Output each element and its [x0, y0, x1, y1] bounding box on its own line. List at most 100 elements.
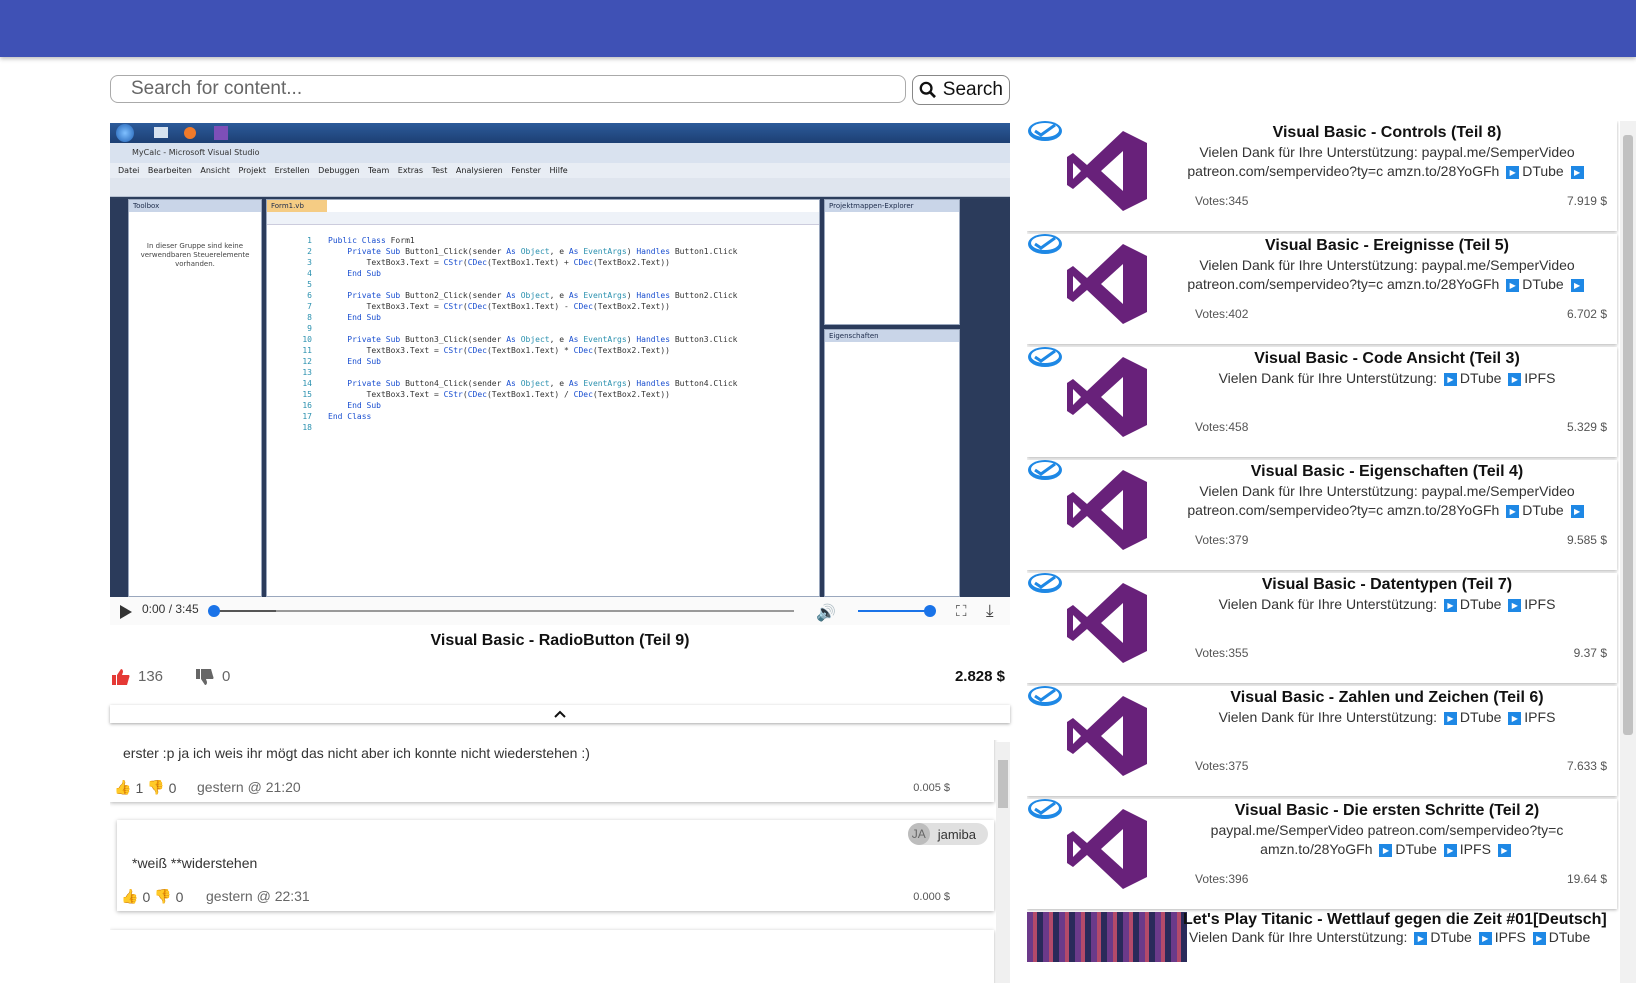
like-count: 136	[138, 668, 164, 685]
card-title[interactable]: Visual Basic - Ereignisse (Teil 5)	[1157, 237, 1617, 255]
video-thumbnail[interactable]	[1065, 129, 1149, 213]
card-payout: 7.633 $	[1566, 759, 1607, 773]
video-thumbnail[interactable]	[1027, 912, 1187, 962]
windows-taskbar	[110, 123, 1010, 143]
related-video-card[interactable]: Visual Basic - Controls (Teil 8) Vielen D…	[1027, 121, 1617, 231]
search-button[interactable]: Search	[912, 75, 1010, 105]
card-payout: 5.329 $	[1566, 420, 1607, 434]
verified-badge-icon	[1027, 460, 1063, 486]
line-numbers: 1 2 3 4 5 6 7 8 9 10 11 12 13 14 15 16 1…	[302, 236, 312, 432]
video-title: Visual Basic - RadioButton (Teil 9)	[430, 632, 690, 649]
scrollbar-thumb[interactable]	[1623, 135, 1633, 735]
card-payout: 9.37 $	[1573, 646, 1607, 660]
fullscreen-icon[interactable]: ⛶	[956, 603, 967, 620]
thumbs-up-icon	[112, 668, 130, 685]
related-video-card[interactable]: Visual Basic - Ereignisse (Teil 5) Vielen…	[1027, 234, 1617, 344]
card-votes: Votes:458	[1195, 420, 1249, 434]
verified-badge-icon	[1027, 121, 1063, 147]
play-icon: ▶	[1570, 165, 1584, 179]
comments-scrollbar[interactable]	[996, 742, 1010, 983]
card-description: paypal.me/SemperVideo patreon.com/semper…	[1177, 821, 1597, 859]
seek-handle[interactable]	[208, 605, 220, 617]
author-chip[interactable]: JA jamiba	[907, 823, 988, 845]
related-video-card[interactable]: Visual Basic - Zahlen und Zeichen (Teil …	[1027, 686, 1617, 796]
video-thumbnail[interactable]	[1065, 468, 1149, 552]
card-votes: Votes:355	[1195, 646, 1249, 660]
play-icon: ▶	[1497, 843, 1511, 857]
volume-slider[interactable]	[858, 605, 936, 617]
thumbs-up-icon[interactable]: 👍	[121, 888, 138, 905]
avatar: JA	[907, 823, 930, 845]
comment-time: gestern @ 21:20	[197, 779, 301, 795]
chevron-up-icon	[554, 710, 566, 718]
related-videos: Visual Basic - Controls (Teil 8) Vielen D…	[1027, 121, 1619, 983]
video-thumbnail[interactable]	[1065, 807, 1149, 891]
toolbox-pane: Toolbox In dieser Gruppe sind keine verw…	[128, 199, 262, 597]
card-desc-line1: Vielen Dank für Ihre Unterstützung: payp…	[1199, 144, 1575, 160]
card-title[interactable]: Visual Basic - Zahlen und Zeichen (Teil …	[1157, 689, 1617, 707]
card-payout: 19.64 $	[1566, 872, 1607, 886]
related-video-card[interactable]: Visual Basic - Code Ansicht (Teil 3) Viel…	[1027, 347, 1617, 457]
search-button-label: Search	[942, 79, 1003, 100]
seek-buffered	[214, 610, 276, 612]
card-desc-line2: patreon.com/sempervideo?ty=c amzn.to/28Y…	[1177, 501, 1597, 520]
card-title[interactable]: Let's Play Titanic - Wettlauf gegen die …	[1183, 911, 1619, 929]
card-description: Vielen Dank für Ihre Unterstützung: ▶ DTu…	[1177, 595, 1597, 614]
play-icon: ▶	[1570, 504, 1584, 518]
play-icon: ▶	[1506, 504, 1520, 518]
search-input[interactable]	[110, 75, 906, 103]
related-video-card[interactable]: Visual Basic - Datentypen (Teil 7) Vielen…	[1027, 573, 1617, 683]
card-title[interactable]: Visual Basic - Code Ansicht (Teil 3)	[1157, 350, 1617, 368]
related-scrollbar[interactable]	[1620, 121, 1636, 983]
video-thumbnail[interactable]	[1065, 242, 1149, 326]
card-title[interactable]: Visual Basic - Eigenschaften (Teil 4)	[1157, 463, 1617, 481]
volume-handle[interactable]	[924, 605, 936, 617]
comment-text: erster :p ja ich weis ihr mögt das nicht…	[123, 745, 590, 761]
related-video-card[interactable]: Visual Basic - Die ersten Schritte (Teil…	[1027, 799, 1617, 909]
play-icon[interactable]	[120, 605, 132, 619]
volume-icon[interactable]: 🔊	[816, 603, 836, 623]
card-payout: 9.585 $	[1566, 533, 1607, 547]
video-player[interactable]: MyCalc - Microsoft Visual Studio Datei B…	[110, 123, 1010, 597]
comment-payout: 0.005 $	[913, 782, 950, 794]
comment-text: *weiß **widerstehen	[132, 855, 258, 871]
related-video-card[interactable]: Let's Play Titanic - Wettlauf gegen die …	[1027, 911, 1619, 962]
scrollbar-thumb[interactable]	[998, 760, 1008, 808]
comment-votes: 👍 0 👎 0	[121, 888, 184, 905]
card-title[interactable]: Visual Basic - Controls (Teil 8)	[1157, 124, 1617, 142]
properties-pane: Eigenschaften	[824, 329, 960, 597]
like-button[interactable]: 136	[112, 668, 163, 685]
thumbs-up-icon[interactable]: 👍	[114, 779, 131, 796]
card-description: Vielen Dank für Ihre Unterstützung: payp…	[1177, 482, 1597, 520]
card-desc-line2: amzn.to/28YoGFh ▶ DTube ▶ IPFS ▶	[1177, 840, 1597, 859]
play-icon: ▶	[1506, 165, 1520, 179]
thumbs-down-icon[interactable]: 👎	[147, 779, 164, 796]
vs-toolbar	[110, 178, 1010, 197]
card-desc-line2: patreon.com/sempervideo?ty=c amzn.to/28Y…	[1177, 162, 1597, 181]
seek-bar[interactable]	[208, 605, 794, 617]
author-name: jamiba	[937, 826, 976, 842]
video-time: 0:00 / 3:45	[142, 602, 199, 616]
video-thumbnail[interactable]	[1065, 581, 1149, 665]
play-icon: ▶	[1414, 931, 1428, 945]
download-icon[interactable]: ⤓	[986, 601, 994, 621]
card-desc-line1: Vielen Dank für Ihre Unterstützung: payp…	[1199, 257, 1575, 273]
card-title[interactable]: Visual Basic - Datentypen (Teil 7)	[1157, 576, 1617, 594]
play-icon: ▶	[1478, 931, 1492, 945]
card-title[interactable]: Visual Basic - Die ersten Schritte (Teil…	[1157, 802, 1617, 820]
video-thumbnail[interactable]	[1065, 355, 1149, 439]
play-icon: ▶	[1443, 843, 1457, 857]
play-icon: ▶	[1506, 278, 1520, 292]
comment-time: gestern @ 22:31	[206, 888, 310, 904]
thumbs-down-icon[interactable]: 👎	[154, 888, 171, 905]
video-thumbnail[interactable]	[1065, 694, 1149, 778]
related-video-card[interactable]: Visual Basic - Eigenschaften (Teil 4) Vie…	[1027, 460, 1617, 570]
card-description: Vielen Dank für Ihre Unterstützung: payp…	[1177, 256, 1597, 294]
dislike-button[interactable]: 0	[196, 668, 230, 685]
comment-payout: 0.000 $	[913, 891, 950, 903]
comments-list: RE redbullos erster :p ja ich weis ihr m…	[110, 740, 1010, 983]
collapse-toggle[interactable]	[110, 705, 1010, 723]
card-votes: Votes:345	[1195, 194, 1249, 208]
card-votes: Votes:375	[1195, 759, 1249, 773]
solution-explorer: Projektmappen-Explorer	[824, 199, 960, 325]
